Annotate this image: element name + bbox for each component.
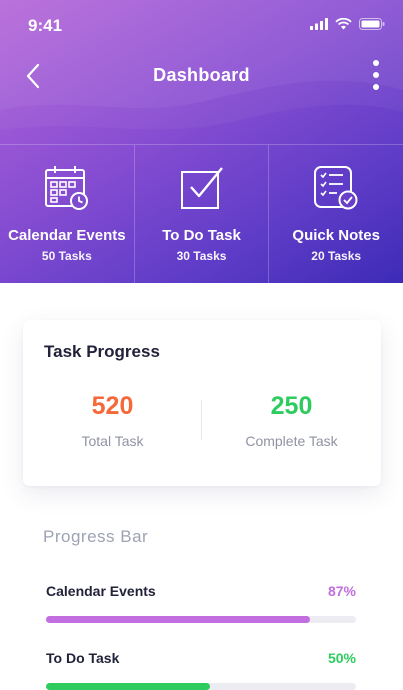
more-dot-icon: [373, 84, 379, 90]
stat-value: 250: [270, 392, 313, 420]
progress-fill: [46, 616, 310, 623]
dashboard-header: 9:41 Dashboard Calendar Events 50 Tasks …: [0, 0, 403, 283]
progress-percent: 50%: [327, 650, 356, 666]
tile-count: 30 Tasks: [176, 249, 227, 263]
status-bar: 9:41: [0, 0, 403, 50]
more-options-button[interactable]: [369, 60, 383, 90]
category-tiles: Calendar Events 50 Tasks To Do Task 30 T…: [0, 144, 403, 283]
tile-to-do-task[interactable]: To Do Task 30 Tasks: [133, 145, 269, 283]
battery-icon: [359, 18, 385, 30]
signal-icon: [310, 18, 328, 30]
nav-bar: Dashboard: [0, 52, 403, 100]
stat-label: Total Task: [81, 433, 144, 449]
wifi-icon: [335, 18, 352, 30]
tile-count: 50 Tasks: [41, 249, 92, 263]
progress-label: Calendar Events: [46, 583, 156, 599]
tile-count: 20 Tasks: [311, 249, 362, 263]
page-title: Dashboard: [153, 65, 250, 85]
tile-label: Calendar Events: [8, 227, 126, 244]
section-title: Progress Bar: [43, 527, 149, 546]
checklist-icon: [314, 166, 358, 210]
tile-label: Quick Notes: [292, 227, 380, 244]
stat-total-task: 520 Total Task: [23, 392, 202, 449]
progress-fill: [46, 683, 211, 690]
stat-label: Complete Task: [245, 433, 338, 449]
stat-value: 520: [91, 392, 134, 420]
status-icons: [310, 18, 385, 30]
status-time: 9:41: [28, 16, 63, 35]
progress-label: To Do Task: [46, 650, 120, 666]
more-dot-icon: [373, 72, 379, 78]
checkbox-icon: [180, 167, 223, 209]
card-title: Task Progress: [44, 342, 160, 361]
calendar-icon: [44, 166, 88, 210]
tile-calendar-events[interactable]: Calendar Events 50 Tasks: [0, 145, 134, 283]
more-dot-icon: [373, 60, 379, 66]
tile-quick-notes[interactable]: Quick Notes 20 Tasks: [268, 145, 403, 283]
progress-track: [46, 683, 356, 690]
progress-track: [46, 616, 356, 623]
tile-label: To Do Task: [162, 227, 241, 244]
stat-complete-task: 250 Complete Task: [202, 392, 381, 449]
task-progress-card: Task Progress 520 Total Task 250 Complet…: [23, 320, 381, 486]
progress-percent: 87%: [327, 583, 356, 599]
